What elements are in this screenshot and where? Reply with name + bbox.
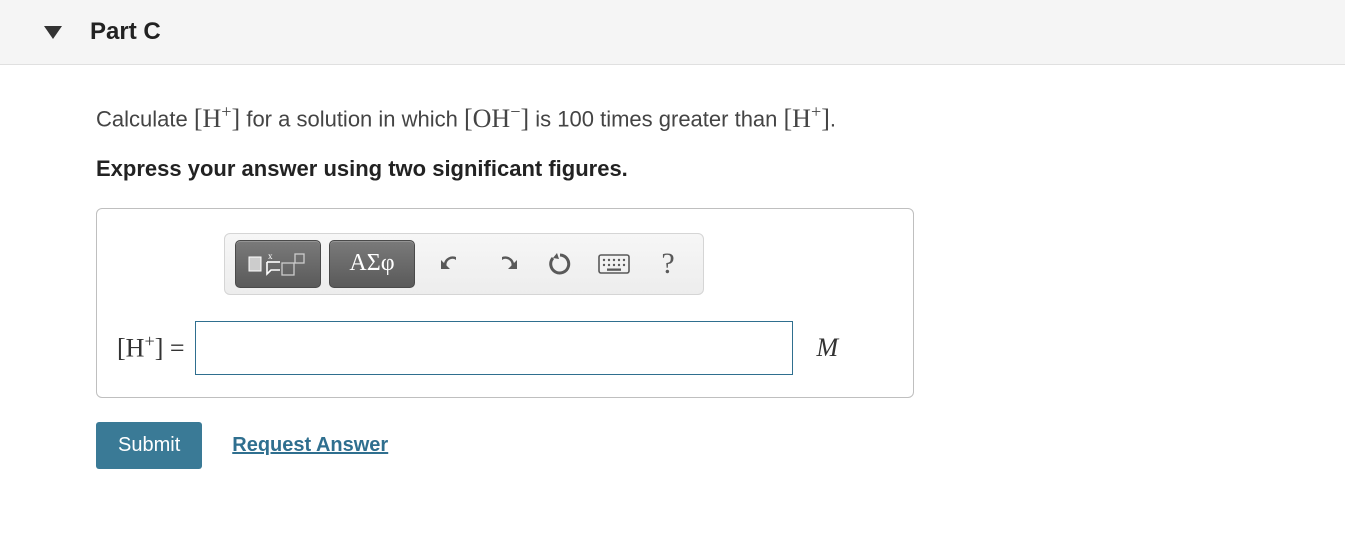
request-answer-link[interactable]: Request Answer xyxy=(232,434,388,457)
question-mid1: for a solution in which xyxy=(240,107,464,132)
svg-text:x: x xyxy=(268,251,273,261)
greek-symbols-button[interactable]: ΑΣφ xyxy=(329,240,415,288)
button-row: Submit Request Answer xyxy=(96,422,1100,469)
question-text: Calculate [H+] for a solution in which [… xyxy=(96,101,1100,134)
answer-box: x ΑΣφ xyxy=(96,208,914,398)
greek-label: ΑΣφ xyxy=(349,250,394,277)
undo-icon xyxy=(438,252,466,276)
math-templates-icon: x xyxy=(247,249,309,279)
reset-icon xyxy=(546,250,574,278)
math-templates-button[interactable]: x xyxy=(235,240,321,288)
answer-row: [H+] = M xyxy=(117,321,893,375)
caret-down-icon xyxy=(44,26,62,39)
help-button[interactable]: ? xyxy=(643,247,693,281)
species-h-plus-2: [H+] xyxy=(784,104,830,133)
keyboard-icon xyxy=(598,254,630,274)
species-h-plus-1: [H+] xyxy=(194,104,240,133)
redo-icon xyxy=(492,252,520,276)
part-header[interactable]: Part C xyxy=(0,0,1345,65)
question-end: . xyxy=(830,107,836,132)
undo-button[interactable] xyxy=(427,252,477,276)
answer-input[interactable] xyxy=(195,321,793,375)
redo-button[interactable] xyxy=(481,252,531,276)
reset-button[interactable] xyxy=(535,250,585,278)
keyboard-button[interactable] xyxy=(589,254,639,274)
instruction-text: Express your answer using two significan… xyxy=(96,156,1100,182)
equation-toolbar: x ΑΣφ xyxy=(224,233,704,295)
question-pre: Calculate xyxy=(96,107,194,132)
species-oh-minus: [OH−] xyxy=(464,104,529,133)
answer-unit: M xyxy=(817,333,839,363)
help-label: ? xyxy=(661,247,674,281)
submit-button[interactable]: Submit xyxy=(96,422,202,469)
answer-label: [H+] = xyxy=(117,331,185,364)
part-title: Part C xyxy=(90,18,161,46)
question-mid2: is 100 times greater than xyxy=(529,107,783,132)
content-area: Calculate [H+] for a solution in which [… xyxy=(0,65,1100,469)
